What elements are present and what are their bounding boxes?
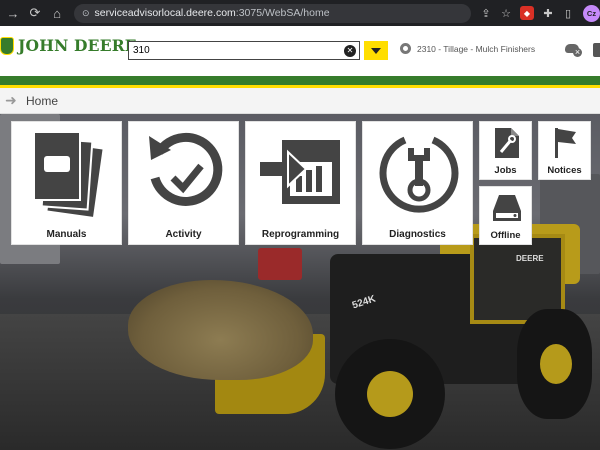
tile-diagnostics-label: Diagnostics [389, 229, 446, 240]
tile-reprogramming[interactable]: Reprogramming [245, 121, 356, 245]
tile-reprogramming-label: Reprogramming [261, 229, 340, 240]
share-icon[interactable]: ⇪ [477, 7, 495, 20]
notices-flag-icon [555, 128, 576, 158]
breadcrumb-home[interactable]: Home [26, 94, 58, 108]
url-host: serviceadvisorlocal.deere.com [94, 7, 236, 19]
search-dropdown-button[interactable] [364, 41, 388, 60]
url-path: :3075/WebSA/home [235, 7, 330, 19]
tile-offline[interactable]: Offline [479, 186, 532, 245]
machine-label: 2310 - Tillage - Mulch Finishers [417, 43, 536, 54]
cloud-x-icon: × [573, 47, 582, 57]
activity-history-icon [149, 132, 223, 206]
chevron-down-icon [371, 47, 381, 54]
search-box: ✕ [128, 41, 360, 60]
profile-avatar[interactable]: Cz [583, 4, 600, 22]
tile-activity[interactable]: Activity [128, 121, 239, 245]
address-bar[interactable]: ⊙ serviceadvisorlocal.deere.com:3075/Web… [74, 3, 471, 23]
cloud-offline-button[interactable]: × [563, 41, 583, 57]
reprogramming-icon [260, 140, 340, 204]
brand-stripe-green [0, 76, 600, 85]
jobs-document-icon [495, 128, 519, 158]
extensions-puzzle-icon[interactable]: ✚ [539, 7, 557, 20]
tile-manuals[interactable]: Manuals [11, 121, 122, 245]
home-icon[interactable]: ⌂ [46, 6, 68, 21]
side-panel-icon[interactable]: ▯ [559, 7, 577, 20]
bookmark-star-icon[interactable]: ☆ [497, 7, 515, 20]
selected-machine[interactable]: 2310 - Tillage - Mulch Finishers [400, 43, 535, 54]
tile-diagnostics[interactable]: Diagnostics [362, 121, 473, 245]
hay-load [128, 280, 313, 380]
offline-drive-icon [493, 195, 521, 221]
extension-icon[interactable]: ◆ [520, 6, 534, 20]
site-info-icon[interactable]: ⊙ [82, 8, 90, 19]
tile-offline-label: Offline [490, 230, 521, 241]
tile-jobs-label: Jobs [494, 165, 517, 176]
tile-manuals-label: Manuals [46, 229, 87, 240]
machine-gear-icon [400, 43, 411, 54]
brand-name: JOHN DEERE [18, 36, 137, 55]
tile-notices-label: Notices [547, 165, 582, 176]
deer-logo-icon [0, 36, 14, 55]
red-truck [258, 248, 302, 280]
loader-brand-tag: DEERE [516, 254, 544, 263]
manuals-icon [33, 131, 103, 217]
reload-icon[interactable]: ⟳ [24, 5, 46, 21]
breadcrumb: ➜ Home [0, 88, 600, 114]
back-icon[interactable]: → [2, 6, 24, 21]
clear-search-icon[interactable]: ✕ [344, 44, 356, 57]
diagnostics-wrench-icon [379, 136, 459, 213]
app-header: JOHN DEERE ✕ 2310 - Tillage - Mulch Fini… [0, 26, 600, 76]
browser-toolbar: → ⟳ ⌂ ⊙ serviceadvisorlocal.deere.com:30… [0, 0, 600, 26]
tile-activity-label: Activity [165, 229, 202, 240]
menu-edge-button[interactable] [593, 43, 600, 57]
tile-jobs[interactable]: Jobs [479, 121, 532, 180]
tile-notices[interactable]: Notices [538, 121, 591, 180]
john-deere-logo[interactable]: JOHN DEERE [0, 36, 137, 55]
search-input[interactable] [129, 42, 344, 59]
arrow-right-icon[interactable]: ➜ [5, 92, 19, 109]
